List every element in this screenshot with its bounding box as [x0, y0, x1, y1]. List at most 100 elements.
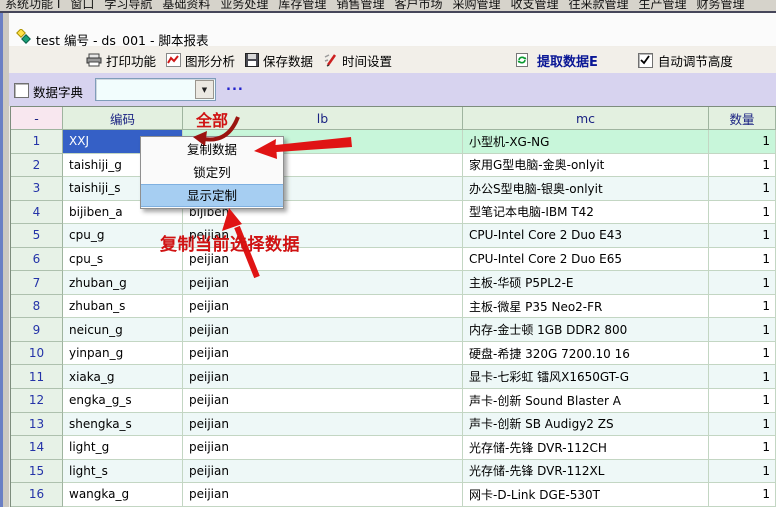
cell-lb[interactable]: peijian	[183, 295, 463, 319]
cell-qty[interactable]: 1	[709, 365, 776, 389]
cell-lb[interactable]: peijian	[183, 318, 463, 342]
cell-rownum[interactable]: 7	[11, 271, 63, 295]
cell-qty[interactable]: 1	[709, 483, 776, 507]
print-button[interactable]: 打印功能	[86, 51, 156, 70]
cell-rownum[interactable]: 6	[11, 248, 63, 272]
cell-lb[interactable]: peijian	[183, 460, 463, 484]
menu-item-1[interactable]: 窗口	[65, 0, 99, 11]
cell-mc[interactable]: 光存储-先锋 DVR-112XL	[463, 460, 709, 484]
cell-mc[interactable]: 小型机-XG-NG	[463, 130, 709, 154]
cell-mc[interactable]: 显卡-七彩虹 镭风X1650GT-G	[463, 365, 709, 389]
cell-qty[interactable]: 1	[709, 318, 776, 342]
cell-qty[interactable]: 1	[709, 177, 776, 201]
data-dictionary-checkbox[interactable]	[14, 83, 29, 98]
cell-mc[interactable]: 光存储-先锋 DVR-112CH	[463, 436, 709, 460]
chart-label: 图形分析	[185, 51, 235, 70]
cell-code[interactable]: zhuban_g	[63, 271, 183, 295]
cell-rownum[interactable]: 9	[11, 318, 63, 342]
cell-rownum[interactable]: 3	[11, 177, 63, 201]
menu-item-6[interactable]: 销售管理	[331, 0, 389, 11]
more-options-button[interactable]: ...	[226, 79, 244, 94]
menu-item-11[interactable]: 生产管理	[634, 0, 692, 11]
cell-lb[interactable]: peijian	[183, 271, 463, 295]
cell-mc[interactable]: 家用G型电脑-金奥-onlyit	[463, 154, 709, 178]
menu-item-9[interactable]: 收支管理	[505, 0, 563, 11]
cell-qty[interactable]: 1	[709, 271, 776, 295]
cell-code[interactable]: xiaka_g	[63, 365, 183, 389]
menu-item-10[interactable]: 往来款管理	[564, 0, 634, 11]
extract-data-button[interactable]: 提取数据E	[515, 51, 598, 70]
header-mc[interactable]: mc	[463, 107, 709, 130]
header-qty[interactable]: 数量	[709, 107, 776, 130]
cell-lb[interactable]: peijian	[183, 365, 463, 389]
cell-qty[interactable]: 1	[709, 248, 776, 272]
cell-rownum[interactable]: 8	[11, 295, 63, 319]
cell-rownum[interactable]: 15	[11, 460, 63, 484]
cell-mc[interactable]: 声卡-创新 SB Audigy2 ZS	[463, 413, 709, 437]
header-code[interactable]: 编码	[63, 107, 183, 130]
cell-lb[interactable]: peijian	[183, 483, 463, 507]
menu-item-5[interactable]: 库存管理	[273, 0, 331, 11]
combobox-dropdown-button[interactable]: ▼	[195, 80, 214, 99]
cell-rownum[interactable]: 10	[11, 342, 63, 366]
cell-code[interactable]: light_s	[63, 460, 183, 484]
cell-mc[interactable]: 硬盘-希捷 320G 7200.10 16	[463, 342, 709, 366]
cell-code[interactable]: wangka_g	[63, 483, 183, 507]
chart-analysis-button[interactable]: 图形分析	[166, 51, 235, 70]
cell-lb[interactable]: peijian	[183, 413, 463, 437]
cell-rownum[interactable]: 13	[11, 413, 63, 437]
cell-qty[interactable]: 1	[709, 460, 776, 484]
time-settings-button[interactable]: 时间设置	[323, 51, 392, 70]
cell-rownum[interactable]: 11	[11, 365, 63, 389]
cell-rownum[interactable]: 12	[11, 389, 63, 413]
cell-code[interactable]: neicun_g	[63, 318, 183, 342]
header-rownum[interactable]: -	[11, 107, 63, 130]
cell-mc[interactable]: 内存-金士顿 1GB DDR2 800	[463, 318, 709, 342]
menu-item-7[interactable]: 客户市场	[389, 0, 447, 11]
cell-qty[interactable]: 1	[709, 201, 776, 225]
cell-lb[interactable]: peijian	[183, 342, 463, 366]
grid-body: 1XXJ小型机-XG-NG12taishiji_g家用G型电脑-金奥-onlyi…	[11, 130, 776, 507]
cell-rownum[interactable]: 14	[11, 436, 63, 460]
cell-mc[interactable]: 型笔记本电脑-IBM T42	[463, 201, 709, 225]
context-menu-item-2[interactable]: 显示定制	[141, 184, 283, 207]
cell-qty[interactable]: 1	[709, 413, 776, 437]
cell-mc[interactable]: 主板-微星 P35 Neo2-FR	[463, 295, 709, 319]
menu-item-3[interactable]: 基础资料	[157, 0, 215, 11]
cell-mc[interactable]: 办公S型电脑-银奥-onlyit	[463, 177, 709, 201]
cell-lb[interactable]: peijian	[183, 389, 463, 413]
cell-qty[interactable]: 1	[709, 295, 776, 319]
cell-mc[interactable]: 网卡-D-Link DGE-530T	[463, 483, 709, 507]
cell-qty[interactable]: 1	[709, 389, 776, 413]
data-dictionary-combobox[interactable]: ▼	[95, 78, 216, 101]
cell-mc[interactable]: CPU-Intel Core 2 Duo E65	[463, 248, 709, 272]
cell-mc[interactable]: 声卡-创新 Sound Blaster A	[463, 389, 709, 413]
context-menu-item-0[interactable]: 复制数据	[141, 138, 283, 161]
menu-item-4[interactable]: 业务处理	[215, 0, 273, 11]
cell-rownum[interactable]: 2	[11, 154, 63, 178]
cell-lb[interactable]: peijian	[183, 436, 463, 460]
cell-mc[interactable]: CPU-Intel Core 2 Duo E43	[463, 224, 709, 248]
cell-qty[interactable]: 1	[709, 342, 776, 366]
context-menu-item-1[interactable]: 锁定列	[141, 161, 283, 184]
cell-code[interactable]: zhuban_s	[63, 295, 183, 319]
cell-code[interactable]: engka_g_s	[63, 389, 183, 413]
cell-rownum[interactable]: 1	[11, 130, 63, 154]
cell-code[interactable]: yinpan_g	[63, 342, 183, 366]
cell-code[interactable]: light_g	[63, 436, 183, 460]
cell-mc[interactable]: 主板-华硕 P5PL2-E	[463, 271, 709, 295]
cell-rownum[interactable]: 4	[11, 201, 63, 225]
cell-qty[interactable]: 1	[709, 154, 776, 178]
menu-item-0[interactable]: 系统功能 I	[0, 0, 65, 11]
cell-rownum[interactable]: 5	[11, 224, 63, 248]
cell-qty[interactable]: 1	[709, 224, 776, 248]
cell-rownum[interactable]: 16	[11, 483, 63, 507]
menu-item-8[interactable]: 采购管理	[447, 0, 505, 11]
cell-code[interactable]: shengka_s	[63, 413, 183, 437]
save-data-button[interactable]: 保存数据	[245, 51, 313, 70]
cell-qty[interactable]: 1	[709, 130, 776, 154]
menu-item-12[interactable]: 财务管理	[692, 0, 750, 11]
cell-qty[interactable]: 1	[709, 436, 776, 460]
auto-height-checkbox[interactable]	[638, 53, 653, 68]
menu-item-2[interactable]: 学习导航	[99, 0, 157, 11]
